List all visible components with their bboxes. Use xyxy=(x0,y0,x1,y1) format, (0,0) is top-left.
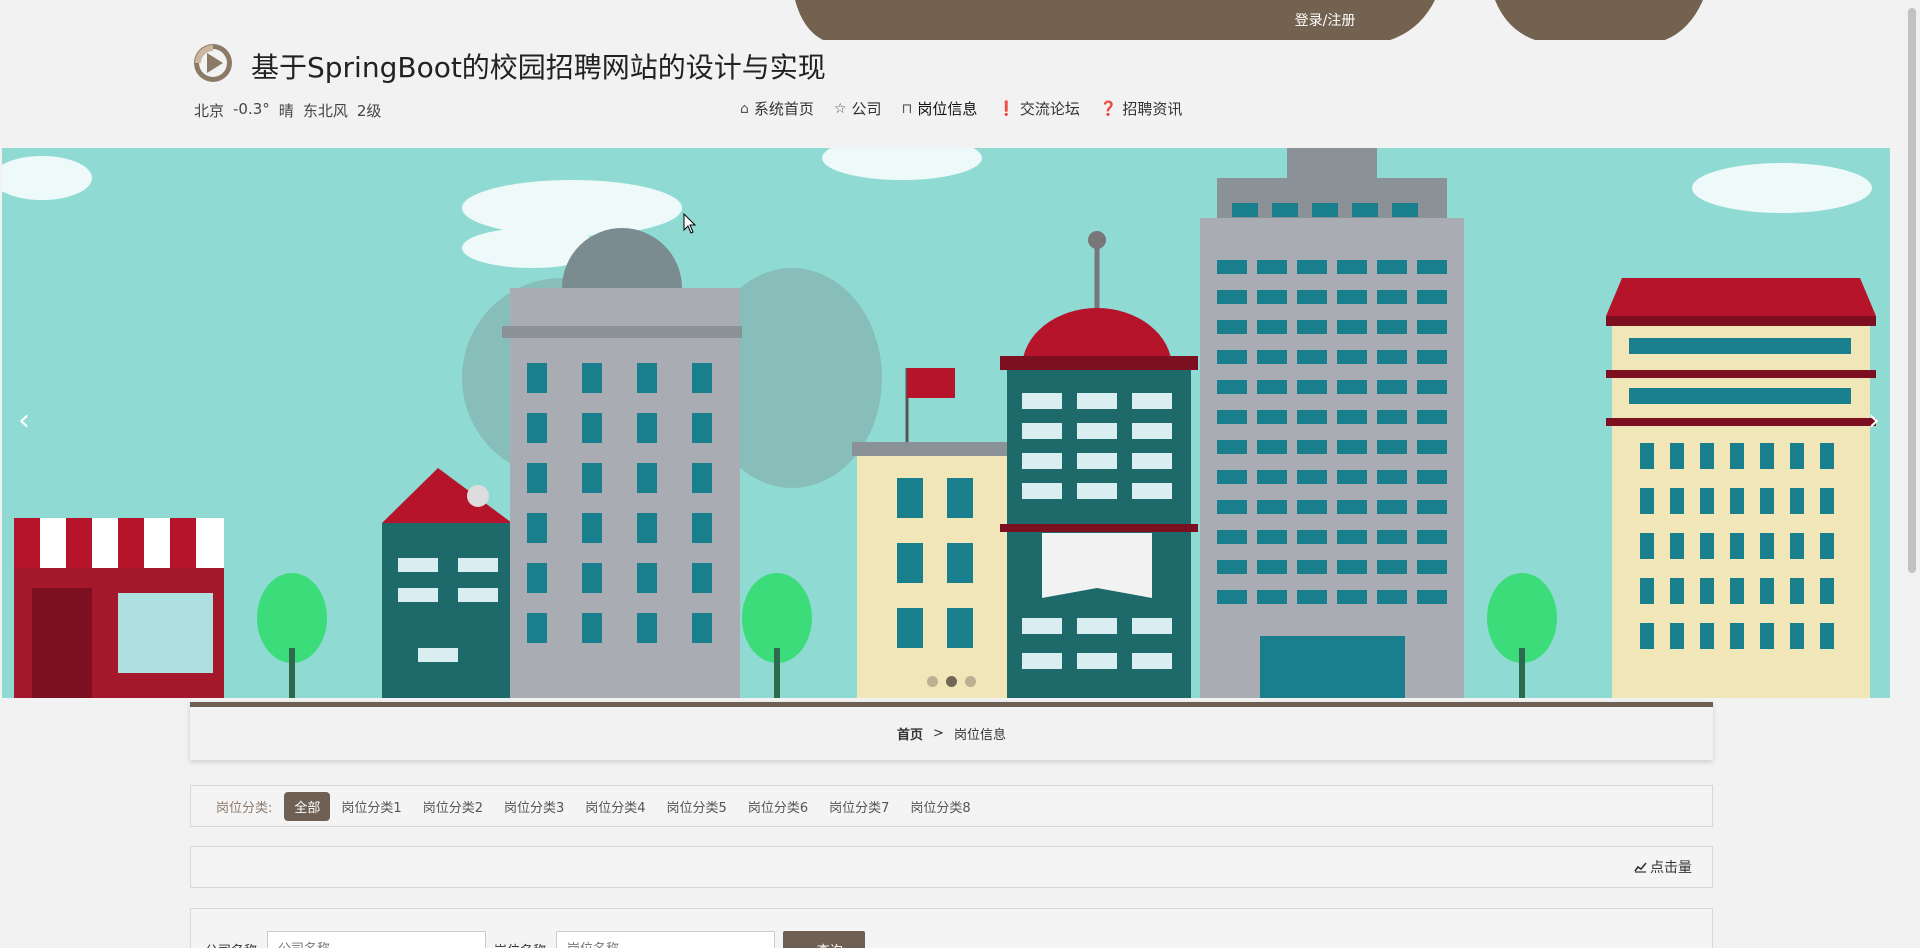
carousel-prev-arrow-icon[interactable]: ‹ xyxy=(10,406,38,436)
top-tab-shape xyxy=(795,0,1703,40)
info-icon: ❗ xyxy=(997,100,1015,117)
site-logo-icon xyxy=(193,43,233,83)
search-icon: ⌕ xyxy=(805,944,816,948)
category-item[interactable]: 岗位分类2 xyxy=(413,792,493,821)
site-title: 基于SpringBoot的校园招聘网站的设计与实现 xyxy=(251,51,826,84)
page-scrollbar[interactable] xyxy=(1903,0,1920,948)
search-form: 公司名称 岗位名称 ⌕ 查询 xyxy=(190,908,1713,948)
nav-item-label: 招聘资讯 xyxy=(1122,100,1183,118)
category-item[interactable]: 岗位分类6 xyxy=(738,792,818,821)
nav-item-positions[interactable]: ⊓ 岗位信息 xyxy=(901,98,977,119)
position-name-label: 岗位名称 xyxy=(494,940,546,948)
breadcrumb-separator: > xyxy=(933,726,944,741)
banner-carousel[interactable]: ‹ › xyxy=(2,148,1890,698)
breadcrumb-home-link[interactable]: 首页 xyxy=(897,724,923,743)
carousel-dot[interactable] xyxy=(946,676,957,687)
bag-icon: ⊓ xyxy=(901,100,913,117)
weather-widget: 北京 -0.3° 晴 东北风 2级 xyxy=(194,100,381,121)
company-name-input[interactable] xyxy=(267,931,487,948)
carousel-next-arrow-icon[interactable]: › xyxy=(1860,406,1888,436)
nav-item-news[interactable]: ❓ 招聘资讯 xyxy=(1100,98,1182,119)
mouse-cursor-icon xyxy=(683,213,697,234)
banner-city-illustration xyxy=(2,148,1890,698)
scrollbar-thumb[interactable] xyxy=(1908,8,1916,573)
position-name-input[interactable] xyxy=(556,931,776,948)
chart-icon xyxy=(1634,862,1647,873)
category-filter-bar: 岗位分类: 全部 岗位分类1 岗位分类2 岗位分类3 岗位分类4 岗位分类5 岗… xyxy=(190,785,1713,827)
company-name-label: 公司名称 xyxy=(205,940,257,948)
carousel-indicators xyxy=(927,676,976,687)
category-item[interactable]: 岗位分类4 xyxy=(575,792,655,821)
weather-wind-level: 2级 xyxy=(356,102,382,120)
category-item[interactable]: 岗位分类8 xyxy=(900,792,980,821)
home-icon: ⌂ xyxy=(740,100,749,117)
category-all[interactable]: 全部 xyxy=(284,791,331,821)
nav-item-company[interactable]: ☆ 公司 xyxy=(834,98,882,119)
sort-by-clicks-button[interactable]: 点击量 xyxy=(1634,857,1692,877)
nav-item-forum[interactable]: ❗ 交流论坛 xyxy=(997,98,1079,119)
weather-wind-direction: 东北风 xyxy=(302,102,348,120)
star-icon: ☆ xyxy=(833,100,847,117)
nav-item-home[interactable]: ⌂ 系统首页 xyxy=(740,98,814,119)
main-nav: ⌂ 系统首页 ☆ 公司 ⊓ 岗位信息 ❗ 交流论坛 ❓ 招聘资讯 xyxy=(740,98,1182,119)
category-item[interactable]: 岗位分类5 xyxy=(657,792,737,821)
nav-item-label: 岗位信息 xyxy=(917,100,978,118)
weather-condition: 晴 xyxy=(278,102,294,120)
category-item[interactable]: 岗位分类7 xyxy=(819,792,899,821)
weather-city: 北京 xyxy=(194,102,225,120)
nav-item-label: 交流论坛 xyxy=(1019,100,1080,118)
nav-item-label: 公司 xyxy=(851,100,882,118)
category-item[interactable]: 岗位分类1 xyxy=(331,792,411,821)
breadcrumb-current: 岗位信息 xyxy=(953,728,1006,743)
login-register-link[interactable]: 登录/注册 xyxy=(1265,10,1385,30)
search-button[interactable]: ⌕ 查询 xyxy=(783,931,866,948)
breadcrumb: 首页 > 岗位信息 xyxy=(190,702,1713,760)
carousel-dot[interactable] xyxy=(927,676,938,687)
sort-bar: 点击量 xyxy=(190,846,1713,888)
category-item[interactable]: 岗位分类3 xyxy=(494,792,574,821)
top-tab-bar: 登录/注册 xyxy=(795,0,1703,41)
sort-label: 点击量 xyxy=(1650,860,1692,876)
nav-item-label: 系统首页 xyxy=(753,100,814,118)
search-button-label: 查询 xyxy=(817,944,843,948)
question-icon: ❓ xyxy=(1099,100,1118,117)
weather-temperature: -0.3° xyxy=(233,100,270,118)
category-label: 岗位分类: xyxy=(216,800,273,816)
carousel-dot[interactable] xyxy=(965,676,976,687)
